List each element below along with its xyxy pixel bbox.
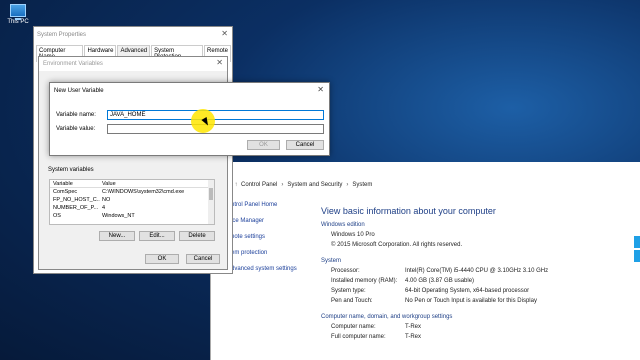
section-computer: Computer name, domain, and workgroup set… — [321, 314, 453, 320]
edit-button[interactable]: Edit... — [139, 231, 175, 241]
table-row[interactable]: NUMBER_OF_P... 4 — [50, 204, 214, 212]
address-bar[interactable]: ← → ↑ Control Panel › System and Securit… — [211, 178, 640, 192]
variable-value-label: Variable value: — [56, 126, 96, 132]
computer-icon — [10, 4, 26, 20]
table-row[interactable]: FP_NO_HOST_C... NO — [50, 196, 214, 204]
prop-row: Processor: Intel(R) Core(TM) i5-4440 CPU … — [331, 268, 549, 274]
dialog-title: New User Variable — [54, 88, 104, 94]
scrollbar[interactable] — [208, 180, 214, 224]
variable-name-label: Variable name: — [56, 112, 96, 118]
prop-row: Full computer name: T-Rex — [331, 334, 422, 340]
section-system: System — [321, 258, 342, 264]
cancel-button[interactable]: Cancel — [286, 140, 324, 150]
windows-logo-icon — [634, 236, 640, 262]
ok-button[interactable]: OK — [247, 140, 280, 150]
system-info: View basic information about your comput… — [321, 206, 637, 344]
close-icon[interactable]: ✕ — [216, 58, 223, 67]
edition: Windows 10 Pro — [331, 232, 375, 238]
breadcrumb-security[interactable]: System and Security — [287, 182, 342, 188]
chevron-right-icon: › — [281, 182, 284, 188]
link-system-protection[interactable]: em protection — [231, 250, 297, 256]
prop-row: Installed memory (RAM): 4.00 GB (3.87 GB … — [331, 278, 475, 284]
this-pc-desktop-icon[interactable]: This PC — [4, 4, 32, 25]
close-icon[interactable]: ✕ — [221, 29, 228, 38]
section-windows-edition: Windows edition — [321, 222, 365, 228]
cancel-button[interactable]: Cancel — [186, 254, 220, 264]
new-button[interactable]: New... — [99, 231, 135, 241]
table-header: Variable Value — [50, 180, 214, 188]
system-variables-label: System variables — [48, 167, 94, 173]
table-row[interactable]: OS Windows_NT — [50, 212, 214, 220]
scroll-thumb[interactable] — [209, 188, 213, 200]
system-variables-table[interactable]: Variable Value ComSpec C:\WINDOWS\system3… — [49, 179, 215, 225]
link-advanced-settings[interactable]: dvanced system settings — [231, 266, 297, 272]
prop-row: Pen and Touch: No Pen or Touch Input is a… — [331, 298, 537, 304]
chevron-right-icon: › — [346, 182, 349, 188]
variable-name-field[interactable]: JAVA_HOME — [107, 110, 324, 120]
delete-button[interactable]: Delete — [179, 231, 215, 241]
new-user-variable-dialog: New User Variable ✕ Variable name: JAVA_… — [49, 82, 330, 156]
link-remote-settings[interactable]: note settings — [231, 234, 297, 240]
variable-value-field[interactable] — [107, 124, 324, 134]
side-links: ntrol Panel Home ice Manager note settin… — [231, 202, 297, 282]
prop-row: Computer name: T-Rex — [331, 324, 422, 330]
link-device-manager[interactable]: ice Manager — [231, 218, 297, 224]
close-icon[interactable]: ✕ — [317, 85, 324, 94]
dialog-title: System Properties — [37, 32, 87, 38]
table-row[interactable]: ComSpec C:\WINDOWS\system32\cmd.exe — [50, 188, 214, 196]
prop-row: System type: 64-bit Operating System, x64… — [331, 288, 530, 294]
system-window: ← → ↑ Control Panel › System and Securit… — [210, 162, 640, 360]
dialog-title: Environment Variables — [39, 57, 227, 71]
copyright: © 2015 Microsoft Corporation. All rights… — [331, 242, 463, 248]
ok-button[interactable]: OK — [145, 254, 179, 264]
breadcrumb-control-panel[interactable]: Control Panel — [241, 182, 277, 188]
link-control-panel-home[interactable]: ntrol Panel Home — [231, 202, 297, 208]
breadcrumb-system[interactable]: System — [352, 182, 372, 188]
page-title: View basic information about your comput… — [321, 206, 496, 216]
